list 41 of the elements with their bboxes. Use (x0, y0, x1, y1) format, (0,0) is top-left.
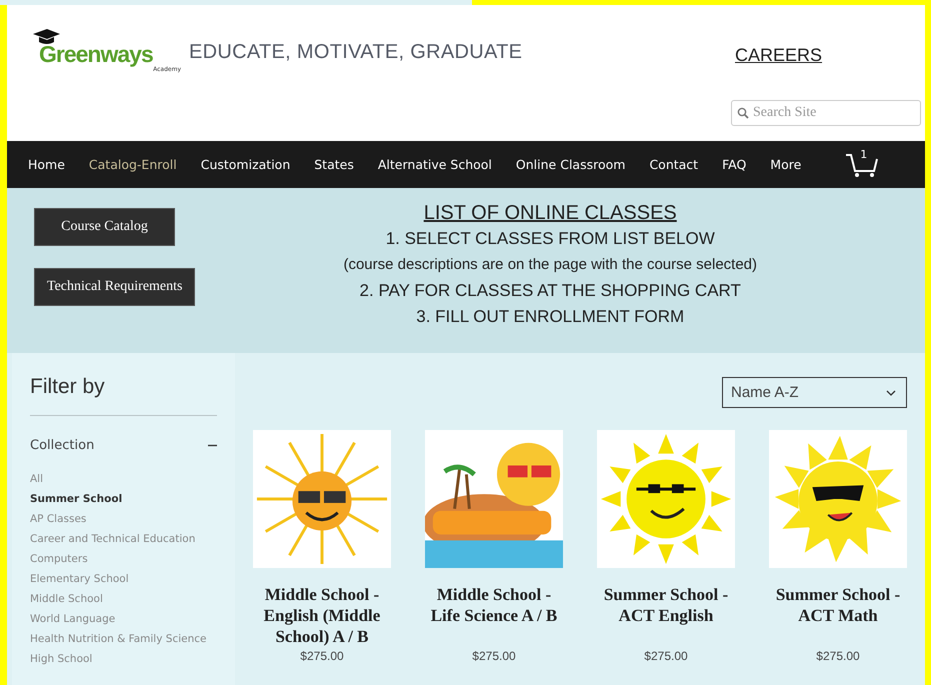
filter-title: Filter by (30, 375, 217, 416)
product-price: $275.00 (472, 649, 516, 663)
banner-button[interactable]: Course Catalog (34, 208, 175, 246)
graduation-cap-icon (31, 27, 61, 47)
banner-title: LIST OF ONLINE CLASSES (424, 201, 677, 226)
instruction-text: 3. FILL OUT ENROLLMENT FORM (416, 306, 684, 328)
nav-item[interactable]: Home (28, 157, 65, 172)
search-field[interactable]: Search Site (731, 100, 921, 126)
tagline: EDUCATE, MOTIVATE, GRADUATE (189, 41, 522, 64)
product-title[interactable]: Middle School - English (Middle School) A / B (253, 584, 391, 647)
product-price: $275.00 (816, 649, 860, 663)
product-title[interactable]: Summer School - ACT English (597, 584, 735, 647)
product-title[interactable]: Summer School - ACT Math (769, 584, 907, 647)
cart-icon (845, 152, 880, 178)
island-sun-drawing[interactable] (425, 430, 563, 568)
nav-item[interactable]: Alternative School (378, 157, 492, 172)
nav-item[interactable]: Online Classroom (516, 157, 626, 172)
product-price: $275.00 (644, 649, 688, 663)
nav-item[interactable]: Catalog-Enroll (88, 157, 177, 172)
chevron-down-icon (886, 390, 896, 396)
product-price: $275.00 (300, 649, 344, 663)
nav-item[interactable]: States (314, 157, 354, 172)
search-icon (737, 107, 749, 119)
nav-item[interactable]: FAQ (722, 157, 746, 172)
instruction-text: 1. SELECT CLASSES FROM LIST BELOW (386, 228, 715, 250)
cart-button[interactable]: 1 (845, 152, 880, 178)
product-title[interactable]: Middle School - Life Science A / B (425, 584, 563, 647)
collection-header[interactable]: Collection (30, 438, 217, 453)
sun-drawing[interactable] (253, 430, 391, 568)
instruction-text: (course descriptions are on the page with the course selected) (343, 255, 758, 275)
instruction-text: 2. PAY FOR CLASSES AT THE SHOPPING CART (360, 280, 741, 302)
banner-button[interactable]: Technical Requirements (34, 268, 196, 306)
careers-link[interactable]: CAREERS (735, 45, 822, 66)
logo-text: Greenways (39, 43, 153, 65)
nav-item[interactable]: Contact (649, 157, 698, 172)
sun-drawing[interactable] (597, 430, 735, 568)
sun-drawing[interactable] (769, 430, 907, 568)
sort-dropdown[interactable]: Name A-Z (722, 377, 907, 408)
nav-item[interactable]: Customization (200, 157, 290, 172)
filter-item[interactable]: Summer School (30, 489, 217, 509)
nav-item[interactable]: More (770, 157, 802, 172)
